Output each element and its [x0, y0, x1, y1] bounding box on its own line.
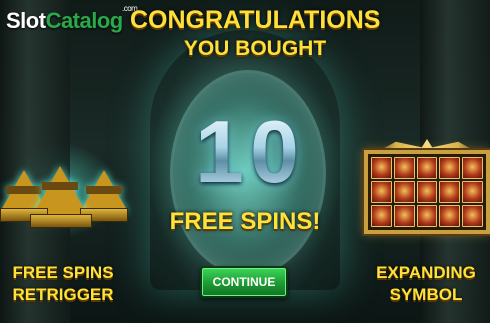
reel-cell: [439, 181, 461, 203]
feature-right-line2: SYMBOL: [389, 285, 463, 304]
logo-slot-text: Slot: [6, 8, 46, 33]
logo-catalog-text: Catalog: [45, 8, 124, 33]
pyramids-icon: [0, 150, 135, 240]
free-spins-label: FREE SPINS!: [169, 208, 321, 235]
reel-cell: [439, 157, 461, 179]
continue-button[interactable]: CONTINUE: [200, 266, 288, 298]
feature-expanding-symbol: EXPANDING SYMBOL: [362, 262, 490, 306]
feature-right-line1: EXPANDING: [376, 263, 476, 282]
reel-cell: [416, 205, 438, 227]
reel-cell: [393, 205, 415, 227]
free-spins-count: 10: [185, 108, 315, 196]
reel-cell: [439, 205, 461, 227]
reel-cell: [371, 205, 392, 227]
reel-cell: [393, 181, 415, 203]
congratulations-heading: CONGRATULATIONS: [130, 6, 381, 34]
feature-left-line2: RETRIGGER: [12, 285, 114, 304]
pyramid-center-base: [30, 214, 92, 228]
reel-cell: [462, 205, 483, 227]
reel-cell: [416, 181, 438, 203]
reel-cell: [371, 157, 392, 179]
reel-cell: [371, 181, 392, 203]
reel-grid-icon: [364, 150, 490, 234]
reel-cell: [416, 157, 438, 179]
reel-cell: [462, 157, 483, 179]
slotcatalog-logo: SlotCatalog .com: [6, 4, 138, 34]
feature-free-spins-retrigger: FREE SPINS RETRIGGER: [0, 262, 126, 306]
you-bought-heading: YOU BOUGHT: [183, 37, 327, 60]
feature-left-line1: FREE SPINS: [12, 263, 114, 282]
reel-cell: [393, 157, 415, 179]
reel-cell: [462, 181, 483, 203]
